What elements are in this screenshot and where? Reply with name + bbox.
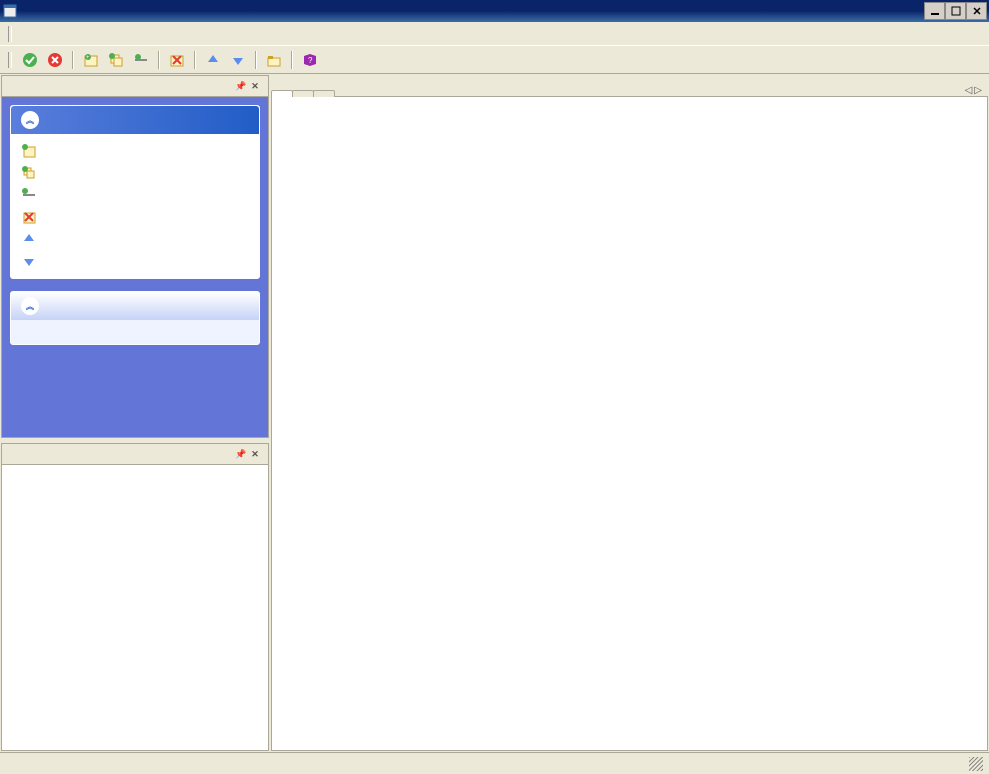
move-up-button[interactable] bbox=[202, 49, 224, 71]
menu-bar bbox=[0, 22, 989, 46]
status-bar bbox=[0, 752, 989, 774]
menu-edit[interactable] bbox=[32, 30, 48, 38]
apply-button[interactable] bbox=[19, 49, 41, 71]
add-separator-button[interactable] bbox=[130, 49, 152, 71]
tab-others[interactable] bbox=[313, 90, 335, 97]
action-add-command[interactable] bbox=[21, 140, 249, 162]
information-header[interactable]: ︽ bbox=[11, 292, 259, 320]
tab-next-icon[interactable]: ▷ bbox=[974, 85, 982, 96]
menu-file[interactable] bbox=[16, 30, 32, 38]
info-line bbox=[21, 334, 249, 338]
collapse-icon[interactable]: ︽ bbox=[21, 111, 39, 129]
toolbar: + ? bbox=[0, 46, 989, 74]
help-button[interactable]: ? bbox=[299, 49, 321, 71]
tab-bar: ◁ ▷ bbox=[271, 75, 988, 97]
menu-view[interactable] bbox=[48, 30, 64, 38]
action-add-submenu[interactable] bbox=[21, 162, 249, 184]
menu-options[interactable] bbox=[64, 30, 80, 38]
close-button[interactable] bbox=[966, 2, 987, 20]
add-command-button[interactable]: + bbox=[80, 49, 102, 71]
tasks-panel: 📌 ✕ ︽ bbox=[1, 75, 269, 438]
close-panel-icon[interactable]: ✕ bbox=[248, 447, 262, 461]
action-add-separator[interactable] bbox=[21, 184, 249, 206]
menu-grip[interactable] bbox=[8, 26, 12, 42]
maximize-button[interactable] bbox=[945, 2, 966, 20]
title-bar bbox=[0, 0, 989, 22]
close-panel-icon[interactable]: ✕ bbox=[248, 79, 262, 93]
svg-text:+: + bbox=[86, 55, 90, 61]
action-move-up[interactable] bbox=[21, 228, 249, 250]
move-down-button[interactable] bbox=[227, 49, 249, 71]
svg-text:?: ? bbox=[308, 56, 313, 65]
tab-commands[interactable] bbox=[271, 90, 293, 97]
cancel-button[interactable] bbox=[44, 49, 66, 71]
pin-icon[interactable]: 📌 bbox=[234, 447, 248, 461]
tab-prev-icon[interactable]: ◁ bbox=[965, 85, 973, 96]
folder-button[interactable] bbox=[263, 49, 285, 71]
commands-tree[interactable] bbox=[271, 97, 988, 751]
add-submenu-button[interactable] bbox=[105, 49, 127, 71]
actions-header[interactable]: ︽ bbox=[11, 106, 259, 134]
toolbar-grip[interactable] bbox=[8, 52, 12, 68]
tab-sendto[interactable] bbox=[292, 90, 314, 97]
delete-button[interactable] bbox=[166, 49, 188, 71]
resize-grip-icon[interactable] bbox=[969, 757, 983, 771]
action-move-down[interactable] bbox=[21, 250, 249, 272]
collapse-icon[interactable]: ︽ bbox=[21, 297, 39, 315]
action-delete[interactable] bbox=[21, 206, 249, 228]
minimize-button[interactable] bbox=[924, 2, 945, 20]
properties-panel: 📌 ✕ bbox=[1, 443, 269, 751]
app-icon bbox=[2, 3, 18, 19]
menu-help[interactable] bbox=[80, 30, 96, 38]
pin-icon[interactable]: 📌 bbox=[234, 79, 248, 93]
